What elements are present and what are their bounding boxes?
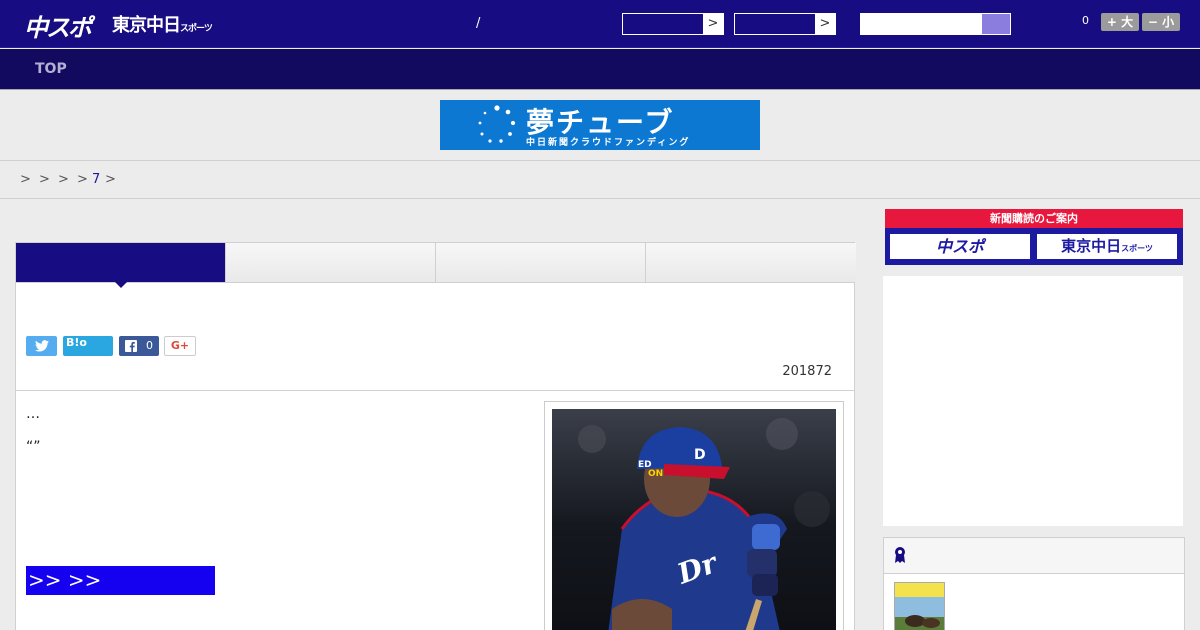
related-link[interactable]: >> >> bbox=[26, 566, 215, 595]
article-divider bbox=[16, 390, 854, 391]
article-card: B!o 0 G+ 201872 … “” >> >> Dr D ED ON bbox=[15, 242, 856, 630]
hatena-bookmark-button[interactable]: B!o bbox=[63, 336, 113, 356]
dots-ring-icon bbox=[478, 105, 516, 143]
tab-4[interactable] bbox=[646, 243, 856, 282]
chevron-right-icon: > bbox=[703, 14, 723, 34]
font-size-down-button[interactable]: − 小 bbox=[1142, 13, 1180, 31]
site-header: 中スポ 東京中日スポーツ / > > 0 + 大 − 小 bbox=[0, 0, 1200, 48]
subscribe-chuspo-button[interactable]: 中スポ bbox=[888, 232, 1032, 261]
yume-tube-banner[interactable]: 夢チューブ 中日新聞クラウドファンディング bbox=[440, 100, 760, 150]
tokyo-logo-text: 東京中日 bbox=[112, 15, 181, 36]
subscription-box: 新聞購読のご案内 中スポ 東京中日スポーツ bbox=[885, 209, 1183, 265]
chuspo-logo[interactable]: 中スポ bbox=[24, 8, 92, 43]
nav-item-top[interactable]: TOP bbox=[35, 61, 67, 77]
banner-subtitle: 中日新聞クラウドファンディング bbox=[526, 138, 691, 148]
global-nav: TOP bbox=[0, 49, 1200, 90]
tab-3[interactable] bbox=[436, 243, 646, 282]
subscribe-tokyo-chunichi-button[interactable]: 東京中日スポーツ bbox=[1035, 232, 1179, 261]
article-photo[interactable]: Dr D ED ON bbox=[552, 409, 836, 630]
subscription-heading: 新聞購読のご案内 bbox=[885, 209, 1183, 228]
facebook-share-count: 0 bbox=[146, 339, 153, 352]
svg-text:ON: ON bbox=[648, 469, 663, 479]
tokyo-chunichi-logo[interactable]: 東京中日スポーツ bbox=[112, 11, 213, 37]
twitter-share-button[interactable] bbox=[26, 336, 57, 356]
ranking-header bbox=[884, 538, 1184, 574]
baseball-player-photo: Dr D ED ON bbox=[552, 409, 836, 630]
category-select-1[interactable]: > bbox=[622, 13, 724, 35]
twitter-icon bbox=[34, 340, 49, 352]
category-tabs bbox=[16, 243, 856, 288]
chevron-right-icon: > bbox=[815, 14, 835, 34]
breadcrumb-separator: > bbox=[20, 172, 31, 187]
ranking-box bbox=[883, 537, 1185, 630]
svg-text:D: D bbox=[694, 447, 706, 463]
breadcrumb-current[interactable]: 7 bbox=[92, 172, 100, 187]
subscribe-tokyo-small: スポーツ bbox=[1121, 244, 1153, 253]
ad-slot[interactable] bbox=[883, 276, 1183, 526]
breadcrumb: > > > > 7 > bbox=[0, 161, 1200, 199]
facebook-icon bbox=[125, 340, 137, 352]
breadcrumb-separator: > bbox=[105, 172, 116, 187]
article-text: “” bbox=[26, 439, 41, 455]
breadcrumb-separator: > bbox=[58, 172, 69, 187]
active-tab-pointer bbox=[115, 282, 127, 288]
font-size-up-button[interactable]: + 大 bbox=[1101, 13, 1139, 31]
breadcrumb-separator: > bbox=[77, 172, 88, 187]
search-button[interactable] bbox=[982, 14, 1010, 34]
tab-1[interactable] bbox=[16, 243, 226, 282]
ranking-thumbnail-image bbox=[895, 583, 944, 630]
category-select-2[interactable]: > bbox=[734, 13, 836, 35]
facebook-share-button[interactable]: 0 bbox=[119, 336, 159, 356]
header-separator: / bbox=[476, 16, 481, 31]
tokyo-logo-small: スポーツ bbox=[180, 24, 213, 34]
subscribe-tokyo-label: 東京中日 bbox=[1061, 237, 1122, 255]
breadcrumb-separator: > bbox=[39, 172, 50, 187]
ribbon-icon bbox=[895, 547, 905, 563]
search-input[interactable] bbox=[860, 13, 1011, 35]
banner-area: 夢チューブ 中日新聞クラウドファンディング bbox=[0, 90, 1200, 161]
ranking-thumbnail[interactable] bbox=[894, 582, 945, 630]
google-plus-share-button[interactable]: G+ bbox=[164, 336, 196, 356]
tab-2[interactable] bbox=[226, 243, 436, 282]
article-text: … bbox=[26, 406, 40, 422]
font-size-count: 0 bbox=[1082, 14, 1089, 27]
article-photo-frame: Dr D ED ON bbox=[544, 401, 844, 630]
article-date: 201872 bbox=[782, 364, 832, 379]
